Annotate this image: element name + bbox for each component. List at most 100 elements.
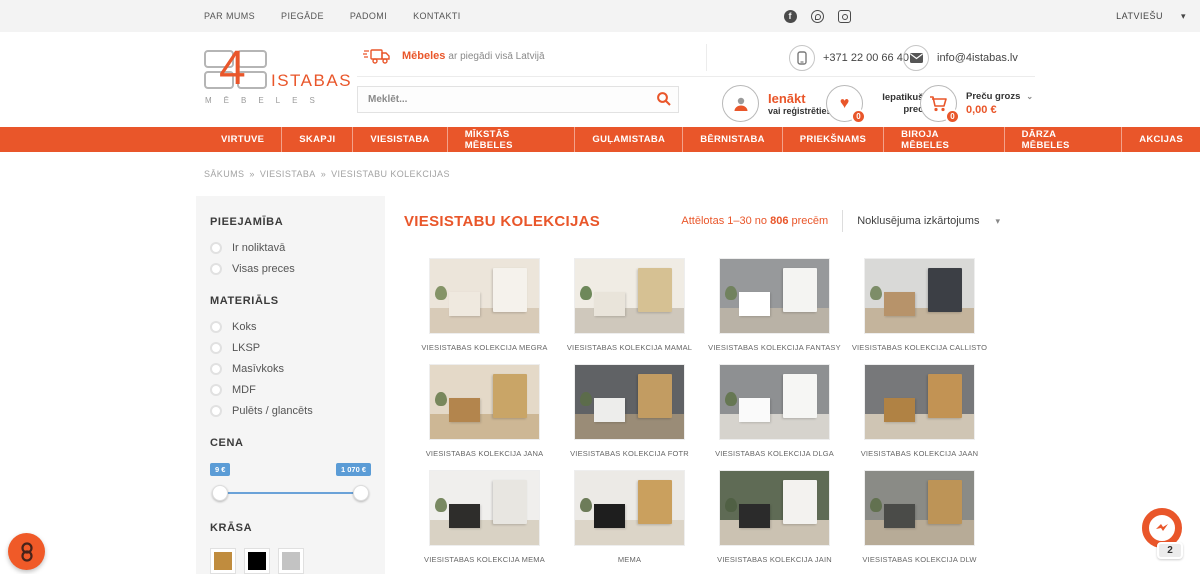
nav-prieksnams[interactable]: PRIEKŠNAMS bbox=[783, 127, 884, 152]
product-image[interactable] bbox=[864, 258, 975, 334]
language-selector[interactable]: LATVIEŠU ▾ bbox=[1116, 0, 1186, 32]
nav-virtuve[interactable]: VIRTUVE bbox=[204, 127, 282, 152]
top-link-piegade[interactable]: PIEGĀDE bbox=[281, 11, 324, 21]
nav-bernistaba[interactable]: BĒRNISTABA bbox=[683, 127, 783, 152]
color-swatch-gray[interactable] bbox=[278, 548, 304, 574]
filter-option-masivkoks[interactable]: Masīvkoks bbox=[210, 363, 371, 375]
nav-gulamistaba[interactable]: GUĻAMISTABA bbox=[575, 127, 683, 152]
chevron-down-icon[interactable]: ▾ bbox=[995, 216, 1000, 227]
search-icon[interactable] bbox=[656, 91, 672, 107]
product-name[interactable]: VIESISTABAS KOLEKCIJA JAAN bbox=[861, 449, 979, 458]
phone-contact[interactable]: +371 22 00 66 40 bbox=[789, 45, 909, 71]
nav-darza-mebeles[interactable]: DĀRZA MĒBELES bbox=[1005, 127, 1123, 152]
product-card[interactable]: VIESISTABAS KOLEKCIJA FOTR bbox=[574, 364, 685, 470]
filter-option-koks[interactable]: Koks bbox=[210, 321, 371, 333]
product-image[interactable] bbox=[719, 364, 830, 440]
radio-icon[interactable] bbox=[210, 363, 222, 375]
chat-widget-button[interactable] bbox=[8, 533, 45, 570]
radio-icon[interactable] bbox=[210, 342, 222, 354]
product-card[interactable]: VIESISTABAS KOLEKCIJA CALLISTO bbox=[864, 258, 975, 364]
wishlist-button[interactable]: ♥ 0 Iepatikušās preces bbox=[826, 85, 934, 122]
radio-icon[interactable] bbox=[210, 242, 222, 254]
filter-option-pulets[interactable]: Pulēts / glancēts bbox=[210, 405, 371, 417]
product-name[interactable]: VIESISTABAS KOLEKCIJA JANA bbox=[426, 449, 544, 458]
radio-icon[interactable] bbox=[210, 263, 222, 275]
product-name[interactable]: VIESISTABAS KOLEKCIJA FANTASY bbox=[708, 343, 841, 352]
product-name[interactable]: VIESISTABAS KOLEKCIJA CALLISTO bbox=[852, 343, 987, 352]
filter-title: PIEEJAMĪBA bbox=[210, 216, 371, 228]
top-link-kontakti[interactable]: KONTAKTI bbox=[413, 11, 461, 21]
product-card[interactable]: VIESISTABAS KOLEKCIJA JAIN bbox=[719, 470, 830, 574]
facebook-icon[interactable]: f bbox=[783, 9, 797, 23]
whatsapp-icon[interactable] bbox=[810, 9, 824, 23]
product-name[interactable]: VIESISTABAS KOLEKCIJA DLGA bbox=[715, 449, 834, 458]
filter-option-ir-noliktava[interactable]: Ir noliktavā bbox=[210, 242, 371, 254]
product-image[interactable] bbox=[574, 470, 685, 546]
breadcrumb-category[interactable]: VIESISTABA bbox=[260, 169, 316, 179]
messenger-bolt-icon bbox=[1154, 520, 1170, 536]
search-input[interactable] bbox=[357, 86, 679, 113]
listing-toolbar: VIESISTABU KOLEKCIJAS Attēlotas 1–30 no … bbox=[404, 206, 1000, 236]
radio-icon[interactable] bbox=[210, 384, 222, 396]
cart-button[interactable]: 0 Preču grozs⌄ 0,00 € bbox=[920, 85, 1033, 122]
register-label: vai reģistrēties bbox=[768, 106, 832, 116]
color-swatch-black[interactable] bbox=[244, 548, 270, 574]
messenger-badge[interactable]: 2 bbox=[1157, 542, 1183, 559]
product-name[interactable]: VIESISTABAS KOLEKCIJA JAIN bbox=[717, 555, 832, 564]
instagram-icon[interactable] bbox=[837, 9, 851, 23]
product-image[interactable] bbox=[864, 470, 975, 546]
top-link-padomi[interactable]: PADOMI bbox=[350, 11, 387, 21]
product-image[interactable] bbox=[574, 258, 685, 334]
product-name[interactable]: MEMA bbox=[618, 555, 641, 564]
color-swatch-brown[interactable] bbox=[210, 548, 236, 574]
account-button[interactable]: Ienākt vai reģistrēties bbox=[722, 85, 832, 122]
email-contact[interactable]: info@4istabas.lv bbox=[903, 45, 1018, 71]
header-divider bbox=[357, 76, 1035, 77]
product-image[interactable] bbox=[429, 364, 540, 440]
slider-track[interactable] bbox=[218, 492, 363, 494]
sort-dropdown[interactable]: Noklusējuma izkārtojums bbox=[857, 215, 979, 227]
product-name[interactable]: VIESISTABAS KOLEKCIJA DLW bbox=[862, 555, 976, 564]
price-slider[interactable] bbox=[212, 484, 369, 502]
nav-biroja-mebeles[interactable]: BIROJA MĒBELES bbox=[884, 127, 1004, 152]
page-title: VIESISTABU KOLEKCIJAS bbox=[404, 213, 600, 230]
product-name[interactable]: VIESISTABAS KOLEKCIJA MEGRA bbox=[421, 343, 547, 352]
filter-title: CENA bbox=[210, 437, 371, 449]
nav-mikstas-mebeles[interactable]: MĪKSTĀS MĒBELES bbox=[448, 127, 576, 152]
price-max-label: 1 070 € bbox=[336, 463, 371, 476]
top-links: PAR MUMS PIEGĀDE PADOMI KONTAKTI bbox=[204, 0, 461, 32]
filter-option-lksp[interactable]: LKSP bbox=[210, 342, 371, 354]
filter-option-visas-preces[interactable]: Visas preces bbox=[210, 263, 371, 275]
top-link-par-mums[interactable]: PAR MUMS bbox=[204, 11, 255, 21]
product-name[interactable]: VIESISTABAS KOLEKCIJA MAMAL bbox=[567, 343, 692, 352]
nav-viesistaba[interactable]: VIESISTABA bbox=[353, 127, 447, 152]
radio-icon[interactable] bbox=[210, 405, 222, 417]
logo[interactable]: 4 ISTABAS MĒBELES bbox=[204, 50, 338, 114]
product-card[interactable]: MEMA bbox=[574, 470, 685, 574]
product-card[interactable]: VIESISTABAS KOLEKCIJA MEMA bbox=[429, 470, 540, 574]
product-card[interactable]: VIESISTABAS KOLEKCIJA DLW bbox=[864, 470, 975, 574]
toolbar-divider bbox=[842, 210, 843, 232]
product-image[interactable] bbox=[719, 470, 830, 546]
product-name[interactable]: VIESISTABAS KOLEKCIJA FOTR bbox=[570, 449, 689, 458]
product-image[interactable] bbox=[719, 258, 830, 334]
product-card[interactable]: VIESISTABAS KOLEKCIJA FANTASY bbox=[719, 258, 830, 364]
product-card[interactable]: VIESISTABAS KOLEKCIJA JAAN bbox=[864, 364, 975, 470]
breadcrumb-home[interactable]: SĀKUMS bbox=[204, 169, 244, 179]
product-image[interactable] bbox=[574, 364, 685, 440]
product-image[interactable] bbox=[429, 258, 540, 334]
product-card[interactable]: VIESISTABAS KOLEKCIJA JANA bbox=[429, 364, 540, 470]
nav-akcijas[interactable]: AKCIJAS bbox=[1122, 127, 1200, 152]
slider-handle-min[interactable] bbox=[212, 485, 228, 501]
product-card[interactable]: VIESISTABAS KOLEKCIJA DLGA bbox=[719, 364, 830, 470]
product-image[interactable] bbox=[429, 470, 540, 546]
product-name[interactable]: VIESISTABAS KOLEKCIJA MEMA bbox=[424, 555, 545, 564]
slider-handle-max[interactable] bbox=[353, 485, 369, 501]
radio-icon[interactable] bbox=[210, 321, 222, 333]
filter-option-label: Masīvkoks bbox=[232, 363, 284, 375]
nav-skapji[interactable]: SKAPJI bbox=[282, 127, 353, 152]
filter-option-mdf[interactable]: MDF bbox=[210, 384, 371, 396]
product-image[interactable] bbox=[864, 364, 975, 440]
product-card[interactable]: VIESISTABAS KOLEKCIJA MEGRA bbox=[429, 258, 540, 364]
product-card[interactable]: VIESISTABAS KOLEKCIJA MAMAL bbox=[574, 258, 685, 364]
